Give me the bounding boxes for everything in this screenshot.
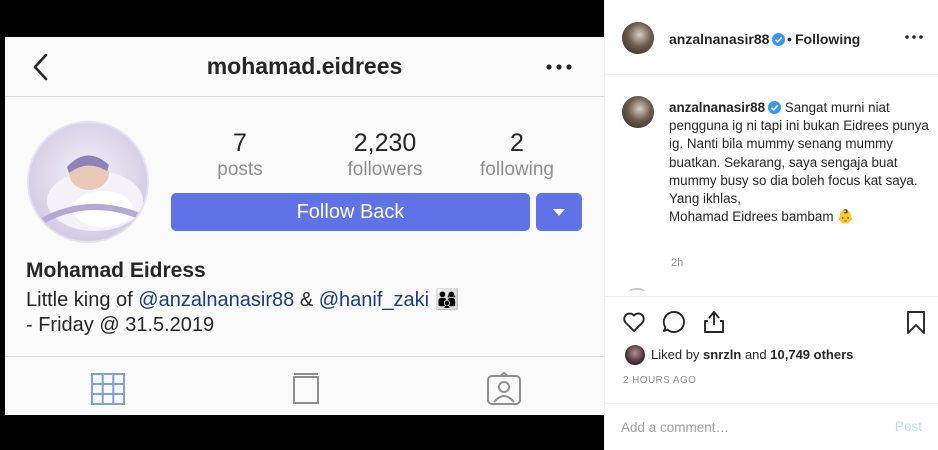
family-emoji-icon: 👨‍👩‍👦 [434,289,460,311]
post-actions: Liked by snrzln and 10,749 others 2 HOUR… [605,296,938,450]
author-username-text[interactable]: anzalnanasir88 [669,31,769,47]
suggestions-dropdown-button[interactable] [536,193,582,231]
liked-prefix: Liked by [651,347,704,362]
liker-avatar[interactable] [625,345,645,365]
bio-prefix: Little king of [26,289,139,311]
bio-mention-anzalnanasir88[interactable]: @anzalnanasir88 [138,289,294,311]
feed-icon[interactable] [288,372,324,406]
grid-icon[interactable] [90,372,126,406]
liked-count[interactable]: 10,749 others [770,347,853,362]
author-avatar[interactable] [622,22,654,54]
bio-ampersand: & [294,289,319,311]
post-date: 2 HOURS AGO [623,375,697,386]
post-header: anzalnanasir88 • Following [605,0,938,75]
followers-stat[interactable]: 2,230 followers [335,129,435,181]
baby-photo [37,155,147,231]
verified-badge-icon [772,33,786,46]
caption: anzalnanasir88 Sangat murni niat penggun… [669,99,929,226]
add-comment-bar: Post [605,403,938,450]
profile-view: mohamad.eidrees 7 posts 2,230 followers … [5,37,604,415]
liked-user[interactable]: snrzln [703,347,741,362]
following-count: 2 [510,129,524,157]
baby-emoji-icon: 👶 [837,209,854,225]
profile-full-name: Mohamad Eidress [26,259,206,282]
bio-mention-hanif-zaki[interactable]: @hanif_zaki [319,289,429,311]
separator-dot: • [787,31,792,47]
share-icon[interactable] [701,309,727,335]
more-horizontal-icon[interactable] [541,54,577,80]
tagged-icon[interactable] [486,372,522,406]
author-username[interactable]: anzalnanasir88 [669,31,786,47]
caption-author-avatar[interactable] [622,96,654,128]
following-button[interactable]: Following [795,31,860,47]
profile-tabs [5,356,604,415]
posts-label: posts [217,159,263,180]
heart-icon[interactable] [621,309,647,335]
loading-spinner-icon [629,288,645,296]
caret-down-icon [553,209,565,216]
post-comment-button[interactable]: Post [895,419,922,434]
caption-author[interactable]: anzalnanasir88 [669,100,765,115]
profile-username: mohamad.eidrees [206,53,403,79]
followers-label: followers [347,159,423,180]
profile-bio-line-2: - Friday @ 31.5.2019 [26,314,215,336]
caption-sign-line-2: Mohamad Eidrees bambam [669,209,834,225]
post-panel: anzalnanasir88 • Following anzalnanasir8… [604,0,938,450]
followers-count: 2,230 [353,129,417,157]
more-horizontal-icon[interactable] [903,30,925,44]
following-stat[interactable]: 2 following [467,129,567,181]
bookmark-icon[interactable] [903,309,929,335]
posts-count: 7 [233,129,247,157]
profile-avatar[interactable] [27,121,149,243]
caption-sign-line-1: Yang ikhlas, [669,191,741,207]
posts-stat: 7 posts [205,129,275,181]
profile-header: mohamad.eidrees [5,37,604,97]
profile-screenshot: mohamad.eidrees 7 posts 2,230 followers … [0,0,604,450]
verified-badge-icon [768,101,782,114]
comment-input[interactable] [621,412,881,442]
following-label: following [480,159,554,180]
profile-bio-line-1: Little king of @anzalnanasir88 & @hanif_… [26,287,460,312]
follow-back-button[interactable]: Follow Back [171,193,530,231]
caption-time: 2h [671,257,684,269]
liked-middle: and [741,347,771,362]
comment-icon[interactable] [661,309,687,335]
likes-summary[interactable]: Liked by snrzln and 10,749 others [651,347,853,362]
